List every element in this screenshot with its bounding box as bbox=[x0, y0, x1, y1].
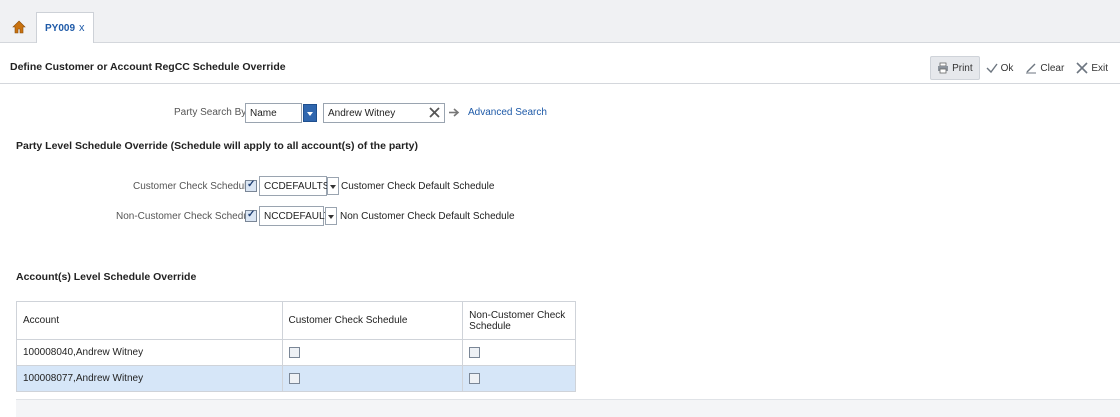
non-customer-schedule-description: Non Customer Check Default Schedule bbox=[340, 211, 515, 222]
exit-button[interactable]: Exit bbox=[1070, 56, 1114, 80]
checkmark-icon bbox=[986, 63, 998, 74]
customer-schedule-cell bbox=[281, 339, 464, 366]
non-customer-schedule-cell bbox=[462, 339, 576, 366]
column-header-customer-check-schedule: Customer Check Schedule bbox=[281, 301, 464, 340]
clear-search-icon[interactable] bbox=[429, 107, 440, 118]
pencil-icon bbox=[1026, 63, 1037, 74]
table-footer-area bbox=[16, 399, 1120, 417]
party-name-value: Andrew Witney bbox=[328, 107, 396, 119]
table-header-row: Account Customer Check Schedule Non-Cust… bbox=[16, 301, 576, 340]
tab-strip: PY009 x bbox=[0, 0, 1120, 43]
party-search-label: Party Search By bbox=[174, 107, 247, 118]
home-icon[interactable] bbox=[12, 20, 26, 34]
row-non-customer-schedule-checkbox[interactable] bbox=[469, 346, 481, 358]
tab-close-icon[interactable]: x bbox=[79, 22, 85, 34]
column-header-non-customer-check-schedule: Non-Customer Check Schedule bbox=[462, 301, 576, 340]
close-icon bbox=[1076, 62, 1088, 74]
clear-button[interactable]: Clear bbox=[1019, 56, 1070, 80]
customer-check-schedule-code[interactable]: CCDEFAULTSC bbox=[259, 176, 337, 196]
print-button[interactable]: Print bbox=[930, 56, 980, 80]
clear-label: Clear bbox=[1040, 62, 1065, 74]
account-cell: 100008040,Andrew Witney bbox=[16, 339, 283, 366]
account-cell: 100008077,Andrew Witney bbox=[16, 365, 283, 392]
toolbar: Print Ok Clear Exit bbox=[930, 55, 1114, 81]
non-customer-check-schedule-checkbox[interactable] bbox=[245, 209, 257, 222]
party-level-title: Party Level Schedule Override (Schedule … bbox=[16, 140, 419, 152]
printer-icon bbox=[938, 62, 949, 74]
page-header: Define Customer or Account RegCC Schedul… bbox=[0, 52, 1120, 84]
ok-label: Ok bbox=[1000, 62, 1014, 74]
page-title: Define Customer or Account RegCC Schedul… bbox=[10, 61, 286, 73]
advanced-search-link[interactable]: Advanced Search bbox=[468, 107, 547, 118]
account-level-title: Account(s) Level Schedule Override bbox=[16, 271, 197, 283]
non-customer-check-schedule-label: Non-Customer Check Schedule bbox=[116, 211, 257, 222]
ok-button[interactable]: Ok bbox=[980, 56, 1020, 80]
column-header-account: Account bbox=[16, 301, 283, 340]
party-search-by-value: Name bbox=[250, 107, 277, 119]
party-name-input[interactable]: Andrew Witney bbox=[323, 103, 445, 123]
non-customer-schedule-dropdown-icon[interactable] bbox=[325, 207, 337, 225]
row-customer-schedule-checkbox[interactable] bbox=[288, 372, 300, 384]
arrow-right-icon[interactable] bbox=[448, 107, 460, 118]
party-search-by-select[interactable]: Name bbox=[245, 103, 302, 123]
row-non-customer-schedule-checkbox[interactable] bbox=[469, 372, 481, 384]
row-customer-schedule-checkbox[interactable] bbox=[288, 346, 300, 358]
tab-label: PY009 bbox=[45, 22, 76, 34]
table-row[interactable]: 100008077,Andrew Witney bbox=[16, 365, 576, 392]
print-label: Print bbox=[952, 62, 973, 74]
tab-py009[interactable]: PY009 x bbox=[36, 12, 94, 43]
customer-schedule-description: Customer Check Default Schedule bbox=[341, 181, 495, 192]
exit-label: Exit bbox=[1091, 62, 1108, 74]
account-schedule-table: Account Customer Check Schedule Non-Cust… bbox=[16, 301, 576, 392]
customer-schedule-cell bbox=[281, 365, 464, 392]
non-customer-schedule-cell bbox=[462, 365, 576, 392]
customer-check-schedule-checkbox[interactable] bbox=[245, 179, 257, 192]
customer-check-schedule-label: Customer Check Schedule bbox=[133, 181, 252, 192]
customer-schedule-code-value: CCDEFAULTSC bbox=[264, 180, 337, 192]
party-search-by-dropdown-icon[interactable] bbox=[303, 104, 317, 122]
table-row[interactable]: 100008040,Andrew Witney bbox=[16, 339, 576, 366]
customer-schedule-dropdown-icon[interactable] bbox=[327, 177, 339, 195]
non-customer-check-schedule-code[interactable]: NCCDEFAULTS bbox=[259, 206, 337, 226]
